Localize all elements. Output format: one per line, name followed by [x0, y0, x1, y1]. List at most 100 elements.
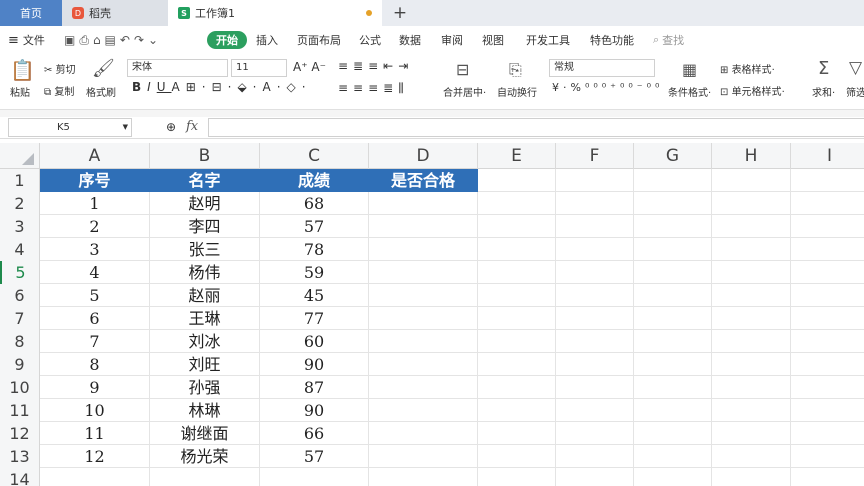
cell-i[interactable]	[791, 238, 864, 261]
cell-d[interactable]	[369, 353, 478, 376]
cell-a[interactable]: 5	[40, 284, 150, 307]
cell-c[interactable]: 78	[260, 238, 369, 261]
paste-icon[interactable]: 📋	[10, 58, 35, 82]
cell-a[interactable]: 1	[40, 192, 150, 215]
cell-b[interactable]: 谢继面	[150, 422, 260, 445]
column-header-e[interactable]: E	[478, 143, 556, 169]
cell-f[interactable]	[556, 192, 634, 215]
zoom-icon[interactable]: ⊕	[166, 120, 176, 134]
cell-h[interactable]	[712, 468, 791, 486]
cell-i[interactable]	[791, 445, 864, 468]
cell-a[interactable]: 10	[40, 399, 150, 422]
wrap-text-button[interactable]: 自动换行	[497, 84, 537, 99]
row-header[interactable]: 3	[0, 215, 40, 238]
horizontal-align-buttons[interactable]: ≡≡≡≣⫼	[338, 81, 409, 96]
cell-i[interactable]	[791, 468, 864, 486]
cell-h[interactable]	[712, 330, 791, 353]
cell-d[interactable]	[369, 238, 478, 261]
cell-b[interactable]: 名字	[150, 169, 260, 192]
cell-c[interactable]: 66	[260, 422, 369, 445]
cell-a[interactable]: 7	[40, 330, 150, 353]
cell-b[interactable]: 孙强	[150, 376, 260, 399]
conditional-format-button[interactable]: 条件格式·	[668, 84, 711, 99]
cell-g[interactable]	[634, 422, 712, 445]
font-style-buttons[interactable]: BIUA⊞·⊟·⬙·A·◇·	[132, 80, 312, 94]
cell-a[interactable]: 4	[40, 261, 150, 284]
cut-button[interactable]: ✂ 剪切	[44, 61, 76, 76]
menu-start[interactable]: 开始	[207, 31, 247, 49]
cell-h[interactable]	[712, 307, 791, 330]
cell-b[interactable]: 刘冰	[150, 330, 260, 353]
cell-c[interactable]: 90	[260, 399, 369, 422]
cell-e[interactable]	[478, 445, 556, 468]
row-header[interactable]: 4	[0, 238, 40, 261]
cell-c[interactable]: 87	[260, 376, 369, 399]
cell-a[interactable]: 12	[40, 445, 150, 468]
tab-home[interactable]: 首页	[0, 0, 62, 26]
font-grow-shrink-buttons[interactable]: A⁺ A⁻	[293, 60, 326, 74]
formula-input[interactable]	[208, 118, 864, 137]
row-header[interactable]: 13	[0, 445, 40, 468]
cell-f[interactable]	[556, 353, 634, 376]
cell-h[interactable]	[712, 399, 791, 422]
cell-f[interactable]	[556, 307, 634, 330]
cell-b[interactable]: 杨光荣	[150, 445, 260, 468]
cell-h[interactable]	[712, 192, 791, 215]
cell-i[interactable]	[791, 169, 864, 192]
row-header[interactable]: 5	[0, 261, 40, 284]
row-header[interactable]: 8	[0, 330, 40, 353]
select-all-corner[interactable]	[0, 143, 40, 169]
row-header[interactable]: 1	[0, 169, 40, 192]
column-header-d[interactable]: D	[369, 143, 478, 169]
cell-i[interactable]	[791, 422, 864, 445]
cell-i[interactable]	[791, 215, 864, 238]
cell-b[interactable]: 林琳	[150, 399, 260, 422]
cell-g[interactable]	[634, 238, 712, 261]
cell-c[interactable]	[260, 468, 369, 486]
cell-a[interactable]	[40, 468, 150, 486]
cell-b[interactable]: 杨伟	[150, 261, 260, 284]
cell-i[interactable]	[791, 261, 864, 284]
tab-workbook[interactable]: S 工作簿1	[168, 0, 382, 26]
column-header-c[interactable]: C	[260, 143, 369, 169]
cell-f[interactable]	[556, 215, 634, 238]
cell-e[interactable]	[478, 215, 556, 238]
cell-a[interactable]: 6	[40, 307, 150, 330]
cell-a[interactable]: 8	[40, 353, 150, 376]
filter-icon[interactable]: ▽	[849, 58, 862, 78]
cell-a[interactable]: 序号	[40, 169, 150, 192]
menu-insert[interactable]: 插入	[256, 26, 278, 54]
cell-g[interactable]	[634, 353, 712, 376]
cell-a[interactable]: 2	[40, 215, 150, 238]
cell-b[interactable]: 刘旺	[150, 353, 260, 376]
cell-f[interactable]	[556, 284, 634, 307]
cell-c[interactable]: 77	[260, 307, 369, 330]
file-menu[interactable]: ≡ 文件	[8, 26, 45, 54]
cell-e[interactable]	[478, 399, 556, 422]
menu-review[interactable]: 审阅	[441, 26, 463, 54]
menu-formula[interactable]: 公式	[359, 26, 381, 54]
cell-d[interactable]	[369, 307, 478, 330]
tab-daoke[interactable]: D 稻壳	[62, 0, 168, 26]
cell-g[interactable]	[634, 376, 712, 399]
cell-b[interactable]: 赵明	[150, 192, 260, 215]
filter-button[interactable]: 筛选	[846, 84, 864, 99]
cell-c[interactable]: 59	[260, 261, 369, 284]
wrap-text-icon[interactable]: ⎘	[509, 60, 522, 80]
cell-g[interactable]	[634, 261, 712, 284]
cell-i[interactable]	[791, 307, 864, 330]
row-header[interactable]: 10	[0, 376, 40, 399]
cell-i[interactable]	[791, 399, 864, 422]
cell-g[interactable]	[634, 445, 712, 468]
sum-icon[interactable]: Σ	[818, 58, 829, 79]
cell-c[interactable]: 57	[260, 215, 369, 238]
cell-i[interactable]	[791, 376, 864, 399]
cell-f[interactable]	[556, 468, 634, 486]
cell-b[interactable]: 张三	[150, 238, 260, 261]
cell-h[interactable]	[712, 238, 791, 261]
cell-i[interactable]	[791, 284, 864, 307]
cell-f[interactable]	[556, 238, 634, 261]
font-name-select[interactable]: 宋体	[127, 59, 228, 77]
column-header-i[interactable]: I	[791, 143, 864, 169]
font-size-select[interactable]: 11	[231, 59, 287, 77]
